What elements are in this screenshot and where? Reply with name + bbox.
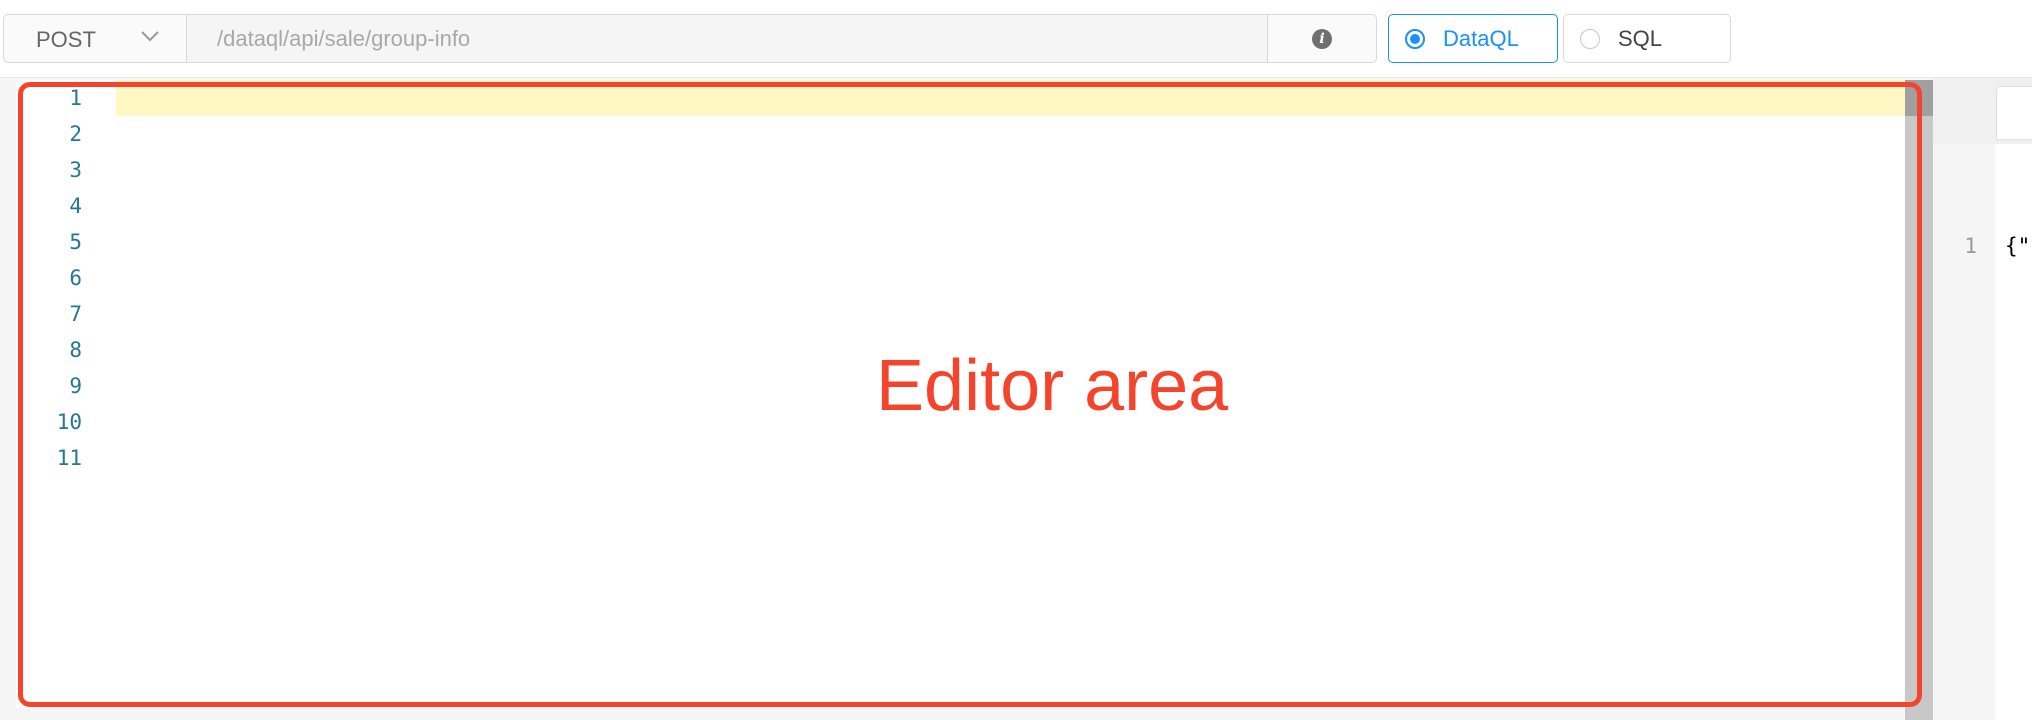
info-button[interactable]: i (1267, 14, 1377, 63)
result-tab[interactable] (1996, 86, 2032, 140)
line-number: 1 (69, 86, 82, 110)
line-number: 11 (56, 446, 82, 470)
request-toolbar: POST i DataQL SQL (0, 0, 2032, 78)
line-number: 8 (69, 338, 82, 362)
editor-scrollbar[interactable] (1905, 80, 1933, 720)
result-line-text: {" (2005, 234, 2031, 258)
radio-unchecked-icon (1580, 29, 1600, 49)
api-path-input[interactable] (186, 14, 1268, 63)
result-editor[interactable]: 1 {" (1933, 144, 2032, 720)
line-number: 7 (69, 302, 82, 326)
line-number: 3 (69, 158, 82, 182)
line-number: 5 (69, 230, 82, 254)
mode-radio-label: SQL (1618, 26, 1663, 51)
line-number-gutter: 1 2 3 4 5 6 7 8 9 10 11 (16, 80, 96, 708)
editor-scrollbar-thumb[interactable] (1905, 80, 1933, 116)
mode-radio-sql[interactable]: SQL (1563, 14, 1731, 63)
mode-radio-dataql[interactable]: DataQL (1388, 14, 1558, 63)
result-line-number: 1 (1964, 234, 1977, 258)
http-method-label: POST (36, 27, 96, 52)
line-number: 6 (69, 266, 82, 290)
line-number: 9 (69, 374, 82, 398)
chevron-down-icon (141, 31, 159, 42)
active-line-highlight (116, 80, 1920, 116)
result-panel: 1 {" (1933, 78, 2032, 720)
line-number: 4 (69, 194, 82, 218)
line-number: 10 (56, 410, 82, 434)
http-method-select[interactable]: POST (3, 14, 186, 63)
line-number: 2 (69, 122, 82, 146)
radio-checked-icon (1405, 29, 1425, 49)
result-gutter (1933, 144, 1995, 720)
info-circle-icon: i (1312, 29, 1332, 49)
annotation-label: Editor area (876, 346, 1229, 426)
mode-radio-label: DataQL (1443, 26, 1519, 51)
